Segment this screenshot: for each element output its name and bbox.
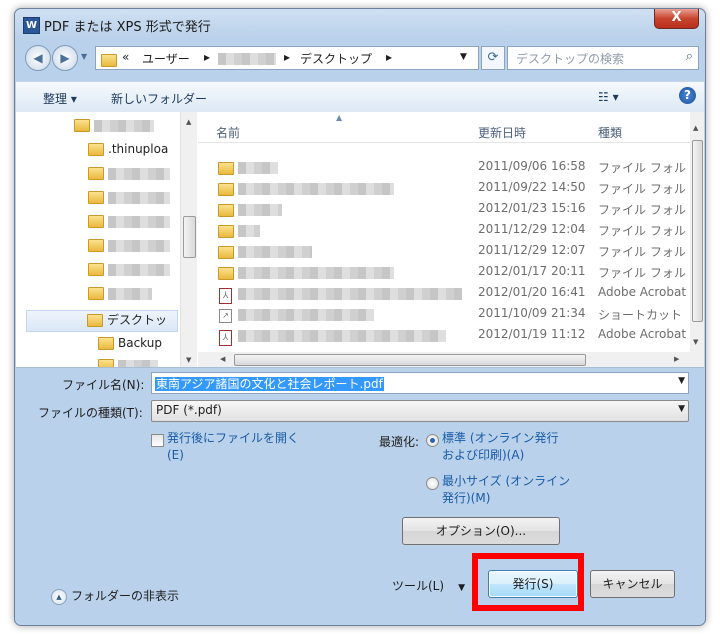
scroll-up-icon[interactable]: ▲	[186, 118, 191, 126]
file-row[interactable]: 2011/09/22 14:50 ファイル フォル	[198, 177, 686, 198]
scroll-left-icon[interactable]: ◀	[220, 355, 225, 363]
scroll-down-icon[interactable]: ▼	[186, 356, 191, 364]
scrollbar-thumb[interactable]	[234, 354, 586, 366]
breadcrumb-separator[interactable]: ▸	[204, 50, 210, 64]
close-button[interactable]: X	[654, 9, 699, 29]
collapse-up-icon: ▲	[51, 588, 67, 605]
open-after-publish-label[interactable]: 発行後にファイルを開く (E)	[167, 430, 299, 464]
breadcrumb-separator[interactable]: ▸	[386, 50, 392, 64]
navigation-pane: .thinuploa デスクトッ Backup	[16, 112, 180, 367]
file-browser: .thinuploa デスクトッ Backup ▲ ▼ 名前 ▲ 更新日時 種類…	[16, 112, 704, 368]
refresh-icon[interactable]: ⟳	[481, 46, 505, 70]
scroll-up-icon[interactable]: ▲	[693, 124, 698, 132]
column-header-type[interactable]: 種類	[598, 124, 622, 141]
shortcut-icon: ↗	[219, 309, 232, 323]
tree-item-thinupload[interactable]: .thinuploa	[88, 142, 168, 162]
standard-option-label[interactable]: 標準 (オンライン発行 および印刷)(A)	[442, 430, 559, 464]
open-after-publish-checkbox[interactable]	[151, 434, 164, 447]
filetype-label: ファイルの種類(T):	[38, 406, 143, 420]
navigation-pane-scrollbar[interactable]: ▲ ▼	[180, 112, 197, 367]
address-bar[interactable]: « ユーザー ▸ ▸ デスクトップ ▸ ▼	[95, 46, 479, 70]
file-row[interactable]: ⅄ 2012/01/20 16:41 Adobe Acrobat	[198, 282, 686, 304]
file-row[interactable]: 2012/01/17 20:11 ファイル フォル	[198, 261, 686, 282]
tree-item-folder[interactable]	[98, 358, 158, 367]
chevron-down-icon[interactable]: ▼	[678, 404, 685, 414]
breadcrumb-users[interactable]: ユーザー	[142, 50, 190, 67]
tools-menu[interactable]: ツール(L) ▼	[392, 577, 465, 594]
scroll-down-icon[interactable]: ▼	[693, 338, 698, 346]
breadcrumb-overflow[interactable]: «	[122, 50, 129, 64]
breadcrumb-separator[interactable]: ▸	[284, 50, 290, 64]
column-headers: 名前 ▲ 更新日時 種類	[198, 112, 704, 143]
sort-ascending-icon: ▲	[336, 113, 343, 122]
title-bar: W PDF または XPS 形式で発行 X	[15, 9, 705, 39]
hide-folders-toggle[interactable]: ▲ フォルダーの非表示	[51, 587, 179, 605]
filename-value: 東南アジア諸国の文化と社会レポート.pdf	[155, 377, 384, 391]
cancel-button[interactable]: キャンセル	[590, 570, 675, 598]
navigation-bar: ◀ ▶ ▼ « ユーザー ▸ ▸ デスクトップ ▸ ▼ ⟳ デスクトップの検索 …	[23, 43, 699, 73]
tree-item-desktop[interactable]: デスクトッ	[26, 310, 178, 332]
scrollbar-thumb[interactable]	[692, 140, 703, 322]
change-view-button[interactable]: ☷ ▾	[598, 90, 619, 104]
tree-item-folder[interactable]	[88, 190, 170, 210]
tree-item-backup[interactable]: Backup	[98, 336, 162, 356]
tree-item-folder[interactable]	[88, 238, 170, 258]
forward-button[interactable]: ▶	[52, 45, 78, 71]
highlight-box	[472, 553, 584, 611]
organize-button[interactable]: 整理 ▾	[43, 90, 77, 107]
chevron-down-icon[interactable]: ▼	[678, 376, 685, 386]
help-icon[interactable]: ?	[679, 87, 696, 104]
tree-item-downloads[interactable]	[88, 262, 170, 282]
search-placeholder: デスクトップの検索	[516, 52, 625, 66]
address-history-dropdown-icon[interactable]: ▼	[460, 52, 467, 62]
file-row[interactable]: ↗ 2011/10/09 21:34 ショートカット	[198, 303, 682, 324]
pdf-file-icon: ⅄	[219, 288, 232, 304]
chevron-down-icon: ▼	[458, 583, 465, 593]
file-row[interactable]: ⅄ 2012/01/19 11:12 Adobe Acrobat	[198, 324, 686, 346]
file-list-horizontal-scrollbar[interactable]: ◀ ▶	[198, 352, 704, 367]
options-button[interactable]: オプション(O)...	[402, 517, 560, 545]
breadcrumb-desktop[interactable]: デスクトップ	[300, 50, 372, 67]
file-row[interactable]: 2011/12/29 12:04 ファイル フォル	[198, 219, 686, 240]
file-row[interactable]: 2011/09/06 16:58 ファイル フォル	[198, 156, 686, 177]
search-icon: ⌕	[685, 49, 693, 64]
file-row[interactable]: 2012/01/23 15:16 ファイル フォル	[198, 198, 686, 219]
tree-item-folder[interactable]	[88, 286, 152, 306]
tree-item-folder[interactable]	[88, 166, 170, 186]
tree-item-folder[interactable]	[88, 214, 170, 234]
scroll-right-icon[interactable]: ▶	[674, 355, 679, 363]
word-app-icon: W	[23, 17, 40, 34]
optimize-label: 最適化:	[379, 435, 420, 449]
pdf-file-icon: ⅄	[219, 330, 232, 346]
dialog-title: PDF または XPS 形式で発行	[44, 20, 211, 35]
file-list-vertical-scrollbar[interactable]: ▲ ▼	[690, 112, 704, 352]
column-header-name[interactable]: 名前	[216, 124, 240, 141]
filename-label: ファイル名(N):	[62, 378, 145, 392]
tree-item-user-folder[interactable]	[74, 118, 154, 138]
search-input[interactable]: デスクトップの検索 ⌕	[507, 46, 699, 70]
command-toolbar: 整理 ▾ 新しいフォルダー ☷ ▾ ?	[16, 81, 704, 113]
filetype-select[interactable]: PDF (*.pdf) ▼	[151, 400, 689, 422]
standard-radio[interactable]	[426, 434, 439, 447]
recent-pages-dropdown-icon[interactable]: ▼	[81, 52, 87, 61]
file-list: 名前 ▲ 更新日時 種類 2011/09/06 16:58 ファイル フォル 20…	[198, 112, 704, 367]
publish-dialog: W PDF または XPS 形式で発行 X ◀ ▶ ▼ « ユーザー ▸ ▸ デ…	[14, 8, 706, 626]
minimum-size-radio[interactable]	[426, 477, 439, 490]
column-header-date[interactable]: 更新日時	[478, 124, 526, 141]
filename-input[interactable]: 東南アジア諸国の文化と社会レポート.pdf ▼	[151, 372, 689, 394]
scrollbar-thumb[interactable]	[183, 216, 196, 258]
new-folder-button[interactable]: 新しいフォルダー	[111, 90, 207, 107]
file-row[interactable]: 2011/12/29 12:07 ファイル フォル	[198, 240, 686, 261]
filetype-value: PDF (*.pdf)	[156, 403, 222, 417]
minimum-size-option-label[interactable]: 最小サイズ (オンライン 発行)(M)	[442, 473, 570, 507]
back-button[interactable]: ◀	[25, 45, 51, 71]
